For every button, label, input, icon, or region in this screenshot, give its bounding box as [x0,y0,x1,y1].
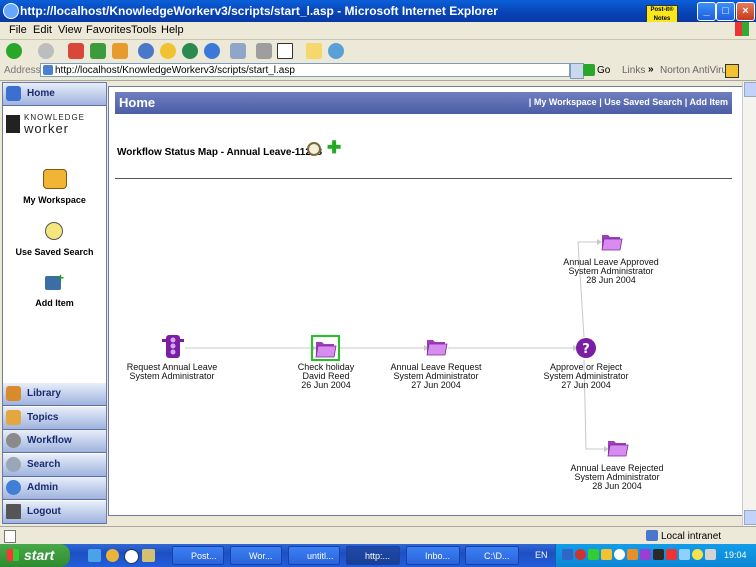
tray-icon-11[interactable] [692,549,703,560]
question-mark-icon: ? [576,338,596,358]
windows-logo-icon [7,549,19,561]
workflow-node-request-annual-leave[interactable]: Request Annual Leave System Administrato… [127,363,218,381]
tray-icon-1[interactable] [562,549,573,560]
task-internet-explorer[interactable]: http:... [346,546,400,565]
intranet-zone-icon [646,530,658,541]
folder-front [607,444,629,457]
tray-icon-10[interactable] [679,549,690,560]
quicklaunch-info-icon[interactable] [124,549,139,564]
tray-icon-7[interactable] [640,549,651,560]
quicklaunch-chrome-icon[interactable] [106,549,119,562]
workflow-node-approve-or-reject[interactable]: Approve or Reject System Administrator 2… [543,363,628,390]
tray-icon-6[interactable] [627,549,638,560]
folder-icon-leave-rejected [607,441,629,457]
node-date: 26 Jun 2004 [301,380,351,390]
vertical-scrollbar[interactable] [742,82,756,526]
clock[interactable]: 19:04 [724,550,747,560]
workflow-node-annual-leave-request[interactable]: Annual Leave Request System Administrato… [390,363,481,390]
workflow-node-leave-approved[interactable]: Annual Leave Approved System Administrat… [563,258,659,285]
quicklaunch-app-icon[interactable] [142,549,155,562]
traffic-light-arm-left [162,339,166,342]
task-explorer-folder[interactable]: C:\D... [465,546,519,565]
folder-front [601,238,623,251]
quicklaunch-desktop-icon[interactable] [88,549,101,562]
tray-icon-8[interactable] [653,549,664,560]
workflow-node-leave-rejected[interactable]: Annual Leave Rejected System Administrat… [570,464,663,491]
traffic-light-icon [162,335,184,358]
node-date: 27 Jun 2004 [411,380,461,390]
node-date: 28 Jun 2004 [586,275,636,285]
traffic-light-arm-right [180,339,184,342]
tray-icon-12[interactable] [705,549,716,560]
node-date: 28 Jun 2004 [592,481,642,491]
folder-icon-leave-approved [601,235,623,251]
system-tray: 19:04 [555,544,756,567]
traffic-light-lamp-top [170,337,176,343]
start-button[interactable]: start [0,544,70,567]
folder-icon-annual-leave-request [426,340,448,356]
scroll-down-icon[interactable] [744,510,756,525]
question-glyph: ? [582,342,590,357]
folder-icon-check-holiday [315,342,337,358]
task-word[interactable]: Wor... [230,546,282,565]
tray-icon-2[interactable] [575,549,586,560]
task-inbox[interactable]: Inbo... [406,546,460,565]
taskbar: start Post... Wor... untitl... http:... … [0,544,756,567]
traffic-light-lamp-bottom [170,349,176,355]
zone-label: Local intranet [661,531,722,542]
tray-icon-4[interactable] [601,549,612,560]
node-date: 27 Jun 2004 [561,380,611,390]
tray-icon-9[interactable] [666,549,677,560]
task-postit[interactable]: Post... [172,546,224,565]
language-indicator[interactable]: EN [535,550,548,560]
status-bar: Local intranet [0,526,756,545]
task-untitled[interactable]: untitl... [288,546,340,565]
workflow-connectors [185,241,604,450]
traffic-light-lamp-middle [170,343,176,349]
arrow-into-approved [597,239,602,245]
page-status-icon [4,530,16,543]
tray-icon-5[interactable] [614,549,625,560]
tray-icon-3[interactable] [588,549,599,560]
folder-front [426,343,448,356]
node-assignee: System Administrator [129,371,215,381]
folder-front [315,345,337,358]
scroll-up-icon[interactable] [744,82,756,97]
workflow-node-check-holiday[interactable]: Check holiday David Reed 26 Jun 2004 [298,363,355,390]
